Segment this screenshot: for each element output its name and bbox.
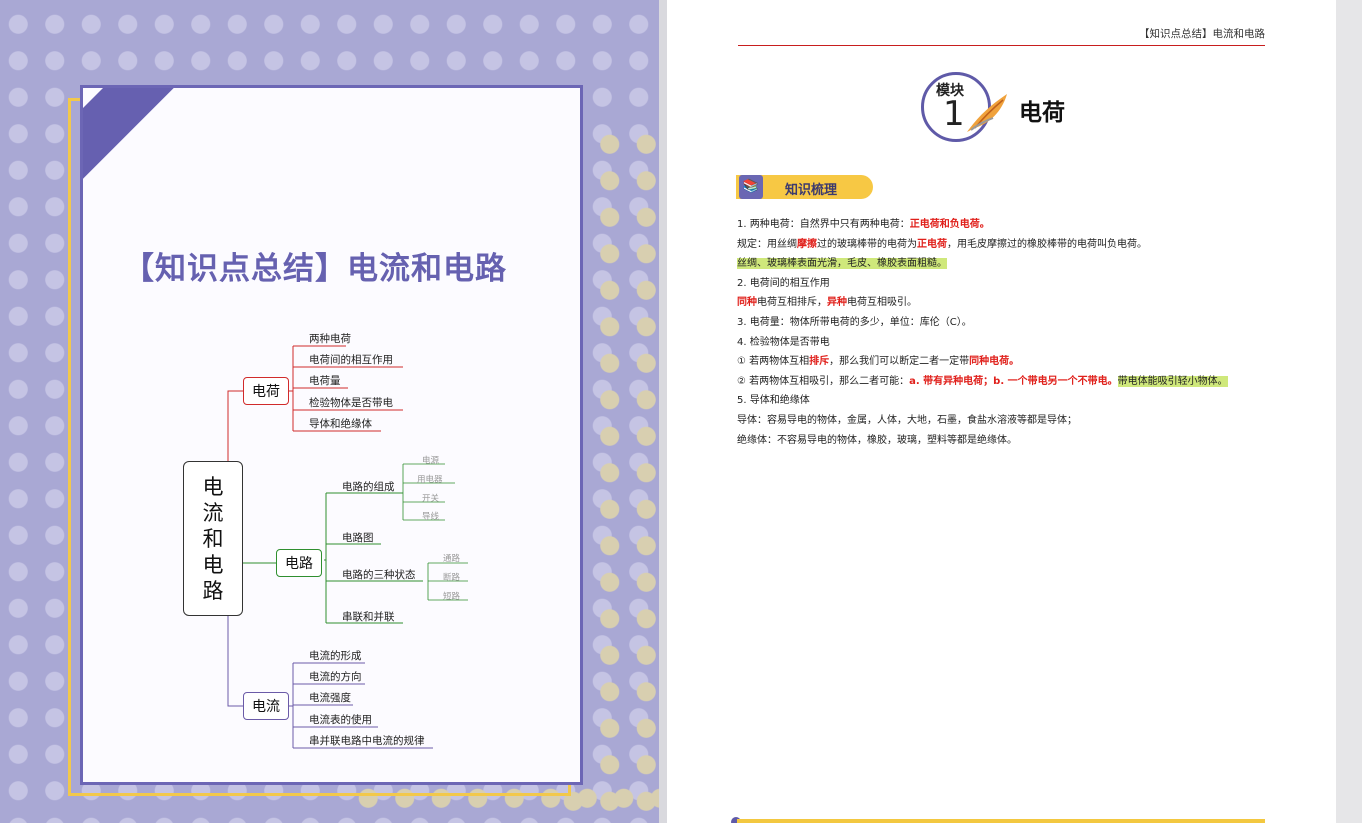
leaf-current-5: 串并联电路中电流的规律 — [309, 735, 425, 747]
mindmap-root: 电 流 和 电 路 — [183, 461, 243, 616]
branch-circuit: 电路 — [276, 549, 322, 577]
sub-appliance: 用电器 — [417, 475, 443, 485]
leaf-current-4: 电流表的使用 — [309, 714, 372, 726]
line-1: 1. 两种电荷：自然界中只有两种电荷：正电荷和负电荷。 — [737, 219, 990, 230]
sub-open: 断路 — [443, 573, 461, 583]
leaf-charge-1: 两种电荷 — [309, 333, 351, 345]
leaf-charge-4: 检验物体是否带电 — [309, 397, 393, 409]
module-number: 1 — [943, 94, 965, 134]
header-rule — [738, 45, 1265, 46]
leaf-circuit-3: 电路的三种状态 — [342, 569, 416, 581]
sub-short: 短路 — [443, 592, 461, 602]
leaf-current-2: 电流的方向 — [309, 671, 362, 683]
leaf-current-3: 电流强度 — [309, 692, 351, 704]
line-8: ① 若两物体互相排斥，那么我们可以断定二者一定带同种电荷。 — [737, 356, 1020, 368]
line-6: 3. 电荷量：物体所带电荷的多少，单位：库伦（C）。 — [737, 316, 972, 328]
running-head: 【知识点总结】电流和电路 — [1139, 28, 1265, 40]
scrollbar-track[interactable] — [1336, 0, 1362, 823]
leaf-current-1: 电流的形成 — [309, 650, 362, 662]
cover-page: 【知识点总结】电流和电路 电 流 和 电 路 电荷 电路 电流 两种电荷 电荷间… — [0, 0, 659, 823]
line-11: 导体：容易导电的物体，金属，人体，大地，石墨，食盐水溶液等都是导体； — [737, 414, 1077, 426]
line-5: 同种电荷互相排斥，异种电荷互相吸引。 — [737, 297, 917, 309]
line-2: 规定：用丝绸摩擦过的玻璃棒带的电荷为正电荷，用毛皮摩擦过的橡胶棒带的电荷叫负电荷… — [737, 238, 1147, 250]
section-label: 知识梳理 — [785, 183, 838, 198]
content-page: 【知识点总结】电流和电路 模块 1 电荷 📚 知识梳理 1. 两种电荷：自然界中… — [667, 0, 1336, 823]
line-4: 2. 电荷间的相互作用 — [737, 277, 830, 289]
leaf-charge-5: 导体和绝缘体 — [309, 418, 372, 430]
leaf-circuit-2: 电路图 — [342, 532, 374, 544]
sub-power: 电源 — [422, 456, 440, 466]
feather-icon — [967, 94, 1007, 132]
leaf-charge-2: 电荷间的相互作用 — [309, 354, 393, 366]
leaf-circuit-1: 电路的组成 — [342, 481, 395, 493]
footer-bar — [737, 819, 1265, 823]
sub-closed: 通路 — [443, 554, 461, 564]
line-3: 丝绸、玻璃棒表面光滑，毛皮、橡胶表面粗糙。 — [737, 258, 947, 270]
books-icon: 📚 — [739, 175, 763, 199]
branch-charge: 电荷 — [243, 377, 289, 405]
content-body: 1. 两种电荷：自然界中只有两种电荷：正电荷和负电荷。 规定：用丝绸摩擦过的玻璃… — [737, 215, 1297, 450]
sub-wire: 导线 — [422, 512, 440, 522]
line-12: 绝缘体：不容易导电的物体，橡胶，玻璃，塑料等都是绝缘体。 — [737, 434, 1017, 446]
line-7: 4. 检验物体是否带电 — [737, 336, 830, 348]
line-10: 5. 导体和绝缘体 — [737, 395, 810, 407]
leaf-circuit-4: 串联和并联 — [342, 611, 395, 623]
cover-card: 【知识点总结】电流和电路 电 流 和 电 路 电荷 电路 电流 两种电荷 电荷间… — [80, 85, 583, 785]
page-gutter — [659, 0, 667, 823]
branch-current: 电流 — [243, 692, 289, 720]
line-9: ② 若两物体互相吸引，那么二者可能：a. 带有异种电荷；b. 一个带电另一个不带… — [737, 375, 1228, 387]
leaf-charge-3: 电荷量 — [309, 375, 341, 387]
module-title: 电荷 — [1019, 100, 1065, 126]
sub-switch: 开关 — [422, 494, 440, 504]
